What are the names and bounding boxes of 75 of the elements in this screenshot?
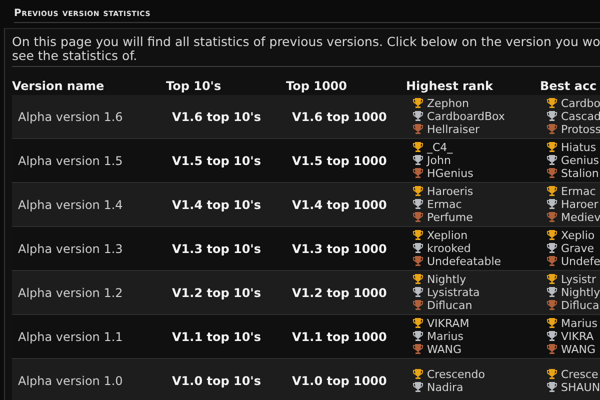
version-name: Alpha version 1.5 [17,154,124,168]
player-name: Cardbo [561,97,600,110]
top10-link[interactable]: V1.6 top 10's [166,110,261,124]
player-name: Protoss [561,123,600,136]
top10-link[interactable]: V1.1 top 10's [166,330,261,344]
top10-link[interactable]: V1.3 top 10's [166,242,261,256]
version-name: Alpha version 1.0 [17,374,124,388]
top1000-link[interactable]: V1.0 top 1000 [286,374,387,388]
player-name: HGenius [427,167,474,180]
player-name: Hiatus [561,141,596,154]
version-name: Alpha version 1.2 [17,286,124,300]
player-name: Genius [561,154,600,167]
top1000-link[interactable]: V1.4 top 1000 [286,198,387,212]
column-header: Top 1000 [286,79,348,93]
player-name: Xeplion [427,229,468,242]
table-row[interactable]: Alpha version 1.0 V1.0 top 10's V1.0 top 1000 Crescendo Nadira Cresce SHAUN [12,359,600,400]
player-name: Marius [427,330,464,343]
player-name: Lysistr [561,273,596,286]
player-name: John [427,154,451,167]
player-name: Cascad [561,110,600,123]
player-name: VIKRAM [427,317,470,330]
player-name: Crescendo [427,368,485,380]
player-name: Diflucan [427,299,472,312]
table-row[interactable]: Alpha version 1.6 V1.6 top 10's V1.6 top 1000 Zephon CardboardBox Hellraiser Cardbo Cascad Protoss [12,95,600,139]
version-name: Alpha version 1.4 [17,198,124,212]
section-title: Previous version statistics [14,4,600,23]
player-name: Xeplio [561,229,595,242]
player-name: Grave [561,242,594,255]
player-name: SHAUN [561,380,600,394]
intro-text: On this page you will find all statistics of previous versions. Click below on the version you wo see the statistics of. [12,35,600,63]
player-name: Ermac [427,198,462,211]
player-name: Mediev [561,211,600,224]
player-name: Ermac [561,185,596,198]
player-name: Marius [561,317,598,330]
player-name: CardboardBox [427,110,505,123]
table-row[interactable]: Alpha version 1.1 V1.1 top 10's V1.1 top 1000 VIKRAM Marius WANG Marius VIKRA WANG [12,315,600,359]
player-name: Haroer [561,198,598,211]
top10-link[interactable]: V1.4 top 10's [166,198,261,212]
column-header: Top 10's [166,79,222,93]
player-name: WANG [427,343,462,356]
version-name: Alpha version 1.1 [17,330,124,344]
player-name: Difluca [561,299,600,312]
player-name: Undefeatable [427,255,502,268]
player-name: WANG [561,343,596,356]
version-name: Alpha version 1.3 [17,242,124,256]
player-name: krooked [427,242,471,255]
player-name: _C4_ [427,141,453,154]
player-name: Zephon [427,97,469,110]
player-name: Hellraiser [427,123,480,136]
player-name: Lysistrata [427,286,480,299]
table-row[interactable]: Alpha version 1.4 V1.4 top 10's V1.4 top 1000 Haroeris Ermac Perfume Ermac Haroer Mediev [12,183,600,227]
top10-link[interactable]: V1.0 top 10's [166,374,261,388]
version-name: Alpha version 1.6 [17,110,124,124]
player-name: Cresce [561,368,598,380]
top10-link[interactable]: V1.2 top 10's [166,286,261,300]
table-row[interactable]: Alpha version 1.2 V1.2 top 10's V1.2 top 1000 Nightly Lysistrata Diflucan Lysistr Nightly Difluca [12,271,600,315]
player-name: Undefe [561,255,600,268]
top10-link[interactable]: V1.5 top 10's [166,154,261,168]
top1000-link[interactable]: V1.2 top 1000 [286,286,387,300]
player-name: Perfume [427,211,473,224]
player-name: Stalion [561,167,599,180]
top1000-link[interactable]: V1.1 top 1000 [286,330,387,344]
column-header: Highest rank [406,79,494,93]
top1000-link[interactable]: V1.3 top 1000 [286,242,387,256]
top1000-link[interactable]: V1.5 top 1000 [286,154,387,168]
column-header: Version name [12,79,106,93]
player-name: Haroeris [427,185,474,198]
player-name: Nightly [427,273,466,286]
table-row[interactable]: Alpha version 1.3 V1.3 top 10's V1.3 top 1000 Xeplion krooked Undefeatable Xeplio Grave Undefe [12,227,600,271]
player-name: VIKRA [561,330,594,343]
player-name: Nadira [427,380,464,394]
top1000-link[interactable]: V1.6 top 1000 [286,110,387,124]
table-row[interactable]: Alpha version 1.5 V1.5 top 10's V1.5 top 1000 _C4_ John HGenius Hiatus Genius Stalion [12,139,600,183]
player-name: Nightly [561,286,600,299]
column-header: Best acc [540,79,598,93]
